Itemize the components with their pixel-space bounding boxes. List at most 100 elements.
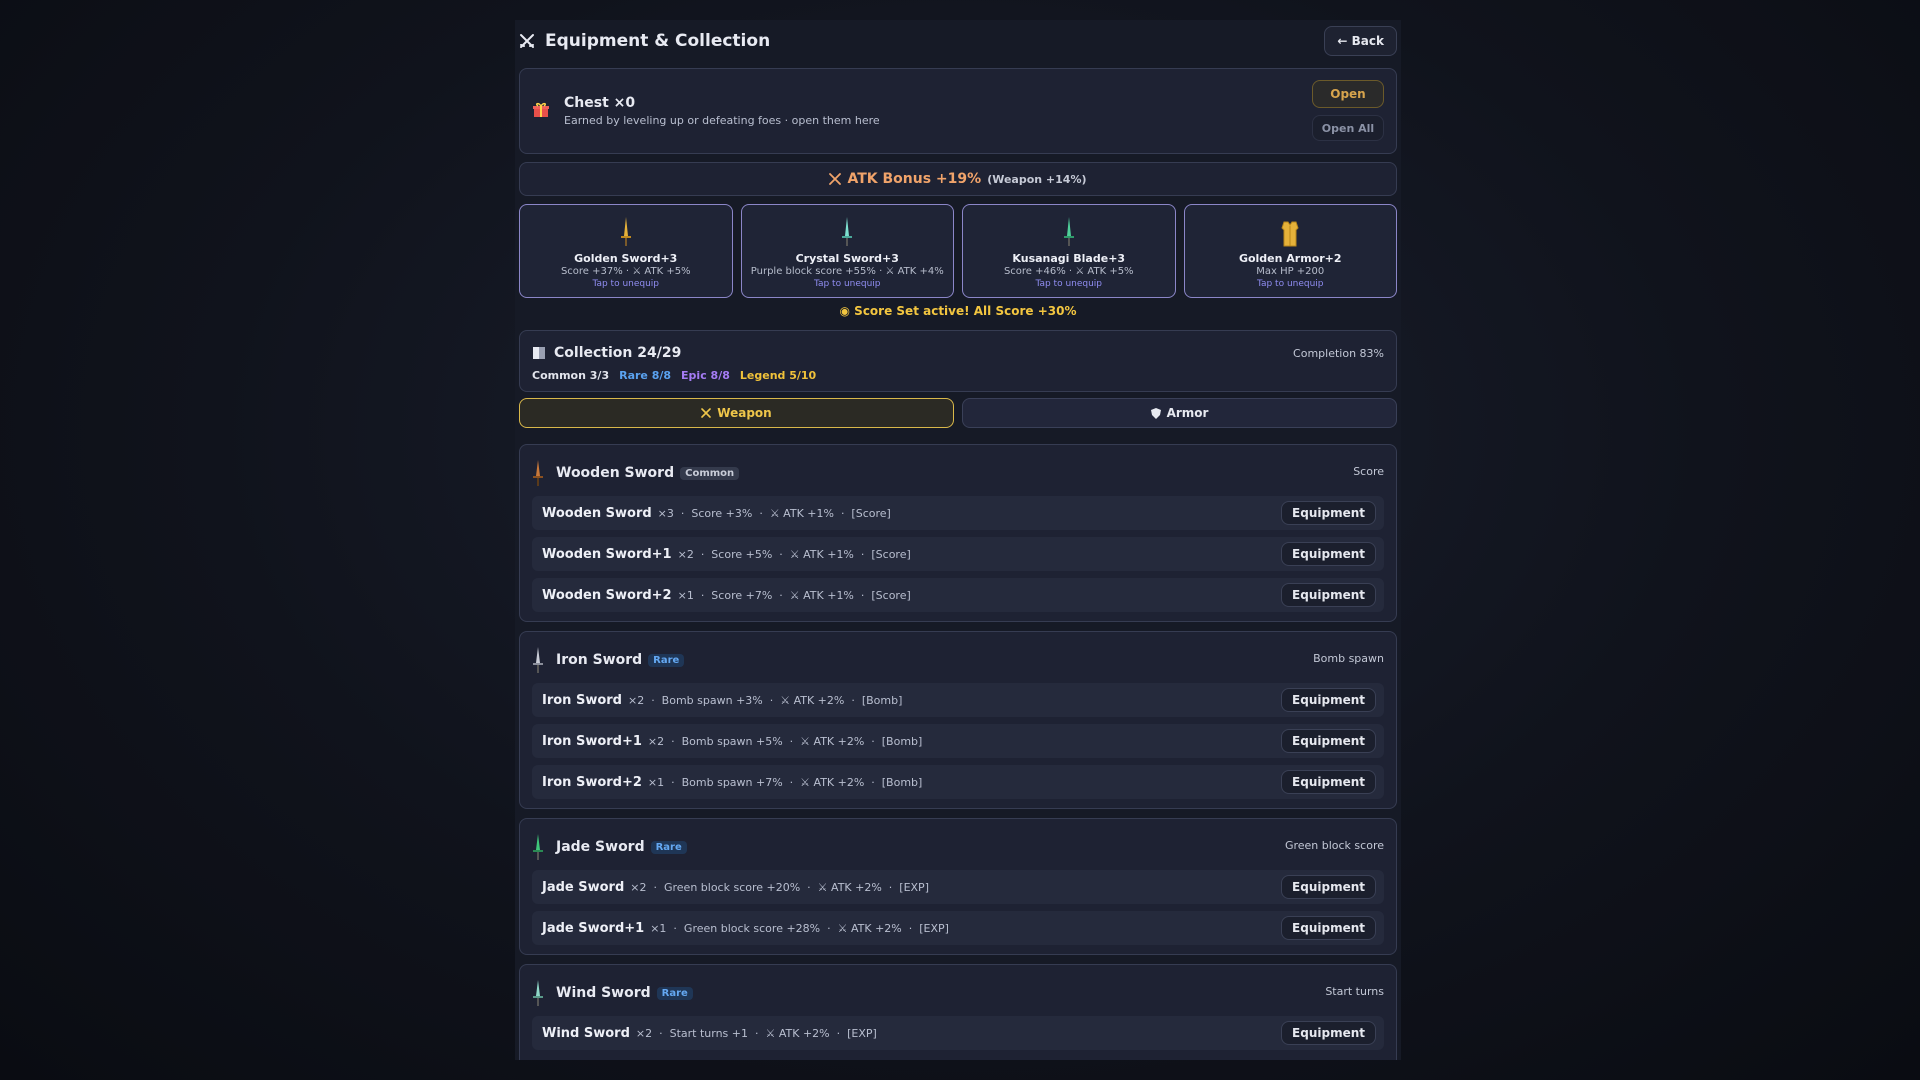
- item-name: Iron Sword+2: [542, 774, 642, 790]
- set-bonus-banner: ◉ Score Set active! All Score +30%: [519, 304, 1397, 318]
- slot-name: Golden Sword+3: [574, 252, 678, 265]
- equipped-slots: Golden Sword+3 Score +37% · ⚔ ATK +5% Ta…: [519, 204, 1397, 298]
- golden-armor-icon: [1280, 216, 1300, 248]
- collection-title-text: Collection 24/29: [554, 345, 682, 361]
- group-name: Jade Sword: [556, 839, 645, 855]
- crystal-sword-icon: [840, 216, 854, 248]
- equipment-tabs: Weapon Armor: [519, 398, 1397, 428]
- chest-count: Chest ×0: [564, 95, 636, 111]
- list-item: Iron Sword+2 ×1 · Bomb spawn +7% · ⚔ ATK…: [532, 765, 1384, 799]
- item-stats: ×1 · Bomb spawn +7% · ⚔ ATK +2% · [Bomb]: [647, 775, 923, 789]
- item-stats: ×2 · Green block score +20% · ⚔ ATK +2% …: [630, 880, 929, 894]
- group-effect-tag: Score: [1353, 465, 1384, 478]
- group-name: Wooden Sword: [556, 465, 675, 481]
- rarity-counts: Common 3/3 Rare 8/8 Epic 8/8 Legend 5/10: [532, 369, 816, 382]
- group-header: Iron Sword Rare: [532, 646, 685, 674]
- equipped-slot-golden-armor[interactable]: Golden Armor+2 Max HP +200 Tap to unequi…: [1183, 204, 1397, 298]
- header: Equipment & Collection ← Back: [519, 26, 1397, 56]
- item-name: Wooden Sword+1: [542, 546, 672, 562]
- equip-button[interactable]: Equipment: [1281, 1021, 1376, 1045]
- tab-weapon[interactable]: Weapon: [519, 398, 954, 428]
- set-bonus-text: Score Set active! All Score +30%: [854, 304, 1077, 318]
- gift-icon: [532, 101, 550, 124]
- group-effect-tag: Start turns: [1325, 985, 1384, 998]
- rarity-count-common: Common 3/3: [532, 369, 610, 382]
- equip-button[interactable]: Equipment: [1281, 542, 1376, 566]
- item-stats: ×2 · Bomb spawn +5% · ⚔ ATK +2% · [Bomb]: [647, 734, 923, 748]
- item-stats: ×1 · Score +7% · ⚔ ATK +1% · [Score]: [677, 588, 911, 602]
- page-title-text: Equipment & Collection: [545, 31, 771, 51]
- crossed-swords-icon: [519, 33, 535, 49]
- slot-name: Kusanagi Blade+3: [1012, 252, 1126, 265]
- equip-button[interactable]: Equipment: [1281, 729, 1376, 753]
- list-item: Iron Sword ×2 · Bomb spawn +3% · ⚔ ATK +…: [532, 683, 1384, 717]
- sword-icon: [701, 408, 712, 418]
- atk-bonus-value: ATK Bonus +19%: [847, 171, 982, 187]
- equip-button[interactable]: Equipment: [1281, 583, 1376, 607]
- atk-bonus-detail: (Weapon +14%): [987, 172, 1087, 186]
- equipped-slot-crystal-sword[interactable]: Crystal Sword+3 Purple block score +55% …: [740, 204, 954, 298]
- slot-stat: Max HP +200: [1256, 266, 1325, 277]
- list-item: Jade Sword+1 ×1 · Green block score +28%…: [532, 911, 1384, 945]
- rarity-count-epic: Epic 8/8: [681, 369, 730, 382]
- weapon-group-wooden-sword: Wooden Sword Common Score Wooden Sword ×…: [519, 444, 1397, 622]
- shield-icon: [1150, 407, 1161, 419]
- kusanagi-blade-icon: [1062, 216, 1076, 248]
- item-stats: ×2 · Bomb spawn +3% · ⚔ ATK +2% · [Bomb]: [627, 693, 903, 707]
- equip-button[interactable]: Equipment: [1281, 916, 1376, 940]
- group-header: Wind Sword Rare: [532, 979, 693, 1007]
- open-all-chests-button[interactable]: Open All: [1312, 115, 1384, 141]
- slot-stat: Score +46% · ⚔ ATK +5%: [1003, 266, 1134, 277]
- equip-button[interactable]: Equipment: [1281, 875, 1376, 899]
- item-name: Wooden Sword+2: [542, 587, 672, 603]
- wooden-sword-icon: [532, 459, 544, 487]
- rarity-count-legend: Legend 5/10: [739, 369, 817, 382]
- item-name: Iron Sword+1: [542, 733, 642, 749]
- list-item: Jade Sword ×2 · Green block score +20% ·…: [532, 870, 1384, 904]
- book-icon: [532, 346, 546, 360]
- slot-name: Crystal Sword+3: [795, 252, 899, 265]
- tab-armor-label: Armor: [1166, 406, 1209, 420]
- equipped-slot-kusanagi-blade[interactable]: Kusanagi Blade+3 Score +46% · ⚔ ATK +5% …: [962, 204, 1176, 298]
- equip-button[interactable]: Equipment: [1281, 770, 1376, 794]
- slot-stat: Purple block score +55% · ⚔ ATK +4%: [750, 266, 944, 277]
- item-name: Iron Sword: [542, 692, 622, 708]
- slot-name: Golden Armor+2: [1238, 252, 1342, 265]
- list-item: Wind Sword ×2 · Start turns +1 · ⚔ ATK +…: [532, 1016, 1384, 1050]
- equipped-slot-golden-sword[interactable]: Golden Sword+3 Score +37% · ⚔ ATK +5% Ta…: [519, 204, 733, 298]
- group-name: Wind Sword: [556, 985, 651, 1001]
- chest-description: Earned by leveling up or defeating foes …: [564, 114, 880, 127]
- item-stats: ×2 · Start turns +1 · ⚔ ATK +2% · [EXP]: [635, 1026, 877, 1040]
- slot-unequip-hint: Tap to unequip: [813, 279, 881, 289]
- slot-stat: Score +37% · ⚔ ATK +5%: [560, 266, 691, 277]
- page-title: Equipment & Collection: [519, 31, 770, 51]
- golden-sword-icon: [619, 216, 633, 248]
- open-chest-button[interactable]: Open: [1312, 80, 1384, 108]
- slot-unequip-hint: Tap to unequip: [592, 279, 660, 289]
- item-name: Wind Sword: [542, 1025, 630, 1041]
- coin-icon: ◉: [839, 304, 855, 318]
- weapon-group-wind-sword: Wind Sword Rare Start turns Wind Sword ×…: [519, 964, 1397, 1060]
- item-stats: ×2 · Score +5% · ⚔ ATK +1% · [Score]: [677, 547, 911, 561]
- rarity-badge: Rare: [650, 840, 687, 854]
- group-effect-tag: Bomb spawn: [1313, 652, 1384, 665]
- back-button[interactable]: ← Back: [1324, 26, 1397, 56]
- equipment-screen: Equipment & Collection ← Back Chest ×0 E…: [515, 20, 1401, 1060]
- item-name: Jade Sword+1: [542, 920, 645, 936]
- rarity-count-rare: Rare 8/8: [619, 369, 672, 382]
- item-name: Jade Sword: [542, 879, 625, 895]
- slot-unequip-hint: Tap to unequip: [1256, 279, 1324, 289]
- collection-completion: Completion 83%: [1293, 347, 1384, 360]
- list-item: Wooden Sword ×3 · Score +3% · ⚔ ATK +1% …: [532, 496, 1384, 530]
- rarity-badge: Common: [680, 466, 740, 480]
- tab-armor[interactable]: Armor: [962, 398, 1397, 428]
- group-header: Wooden Sword Common: [532, 459, 740, 487]
- equip-button[interactable]: Equipment: [1281, 688, 1376, 712]
- list-item: Wooden Sword+1 ×2 · Score +5% · ⚔ ATK +1…: [532, 537, 1384, 571]
- group-header: Jade Sword Rare: [532, 833, 687, 861]
- list-item: Wooden Sword+2 ×1 · Score +7% · ⚔ ATK +1…: [532, 578, 1384, 612]
- equip-button[interactable]: Equipment: [1281, 501, 1376, 525]
- jade-sword-icon: [532, 833, 544, 861]
- slot-unequip-hint: Tap to unequip: [1035, 279, 1103, 289]
- iron-sword-icon: [532, 646, 544, 674]
